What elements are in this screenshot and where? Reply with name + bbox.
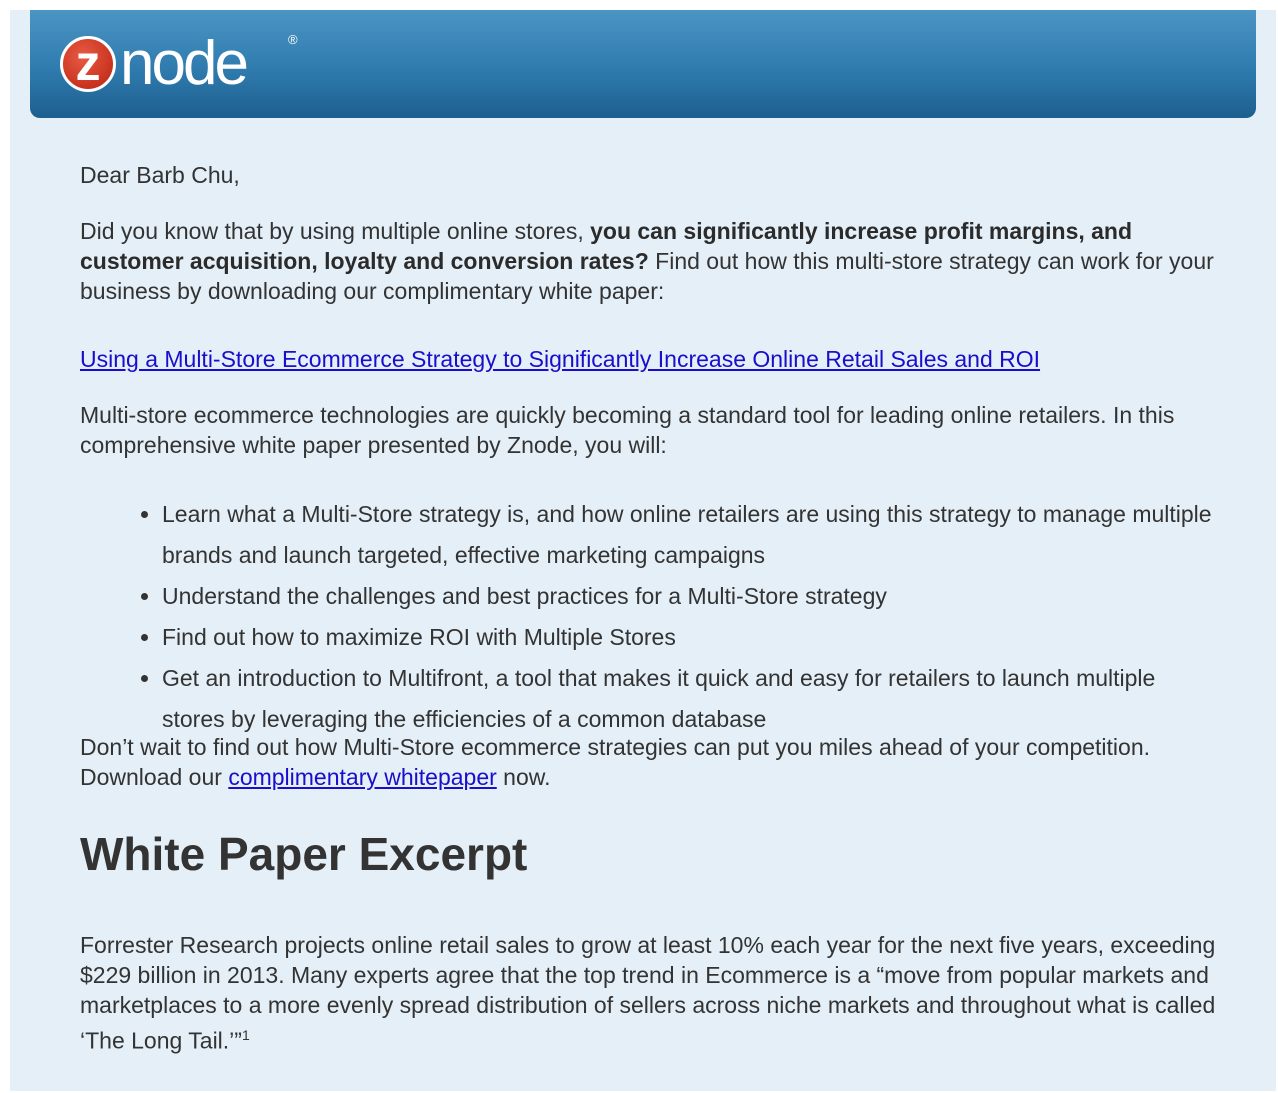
whitepaper-title-link[interactable]: Using a Multi-Store Ecommerce Strategy t… [80,346,1040,372]
excerpt-text: Forrester Research projects online retai… [80,932,1216,1054]
list-item: Find out how to maximize ROI with Multip… [162,617,1220,658]
complimentary-whitepaper-link[interactable]: complimentary whitepaper [228,764,496,790]
description-paragraph: Multi-store ecommerce technologies are q… [80,402,1175,458]
excerpt-paragraph: Forrester Research projects online retai… [80,930,1220,1056]
logo-z-icon: z [60,36,116,92]
intro-text: Did you know that by using multiple onli… [80,218,591,244]
email-header: z node ® [30,10,1256,118]
list-item: Understand the challenges and best pract… [162,576,1220,617]
list-item: Learn what a Multi-Store strategy is, an… [162,494,1220,576]
closing-paragraph: Don’t wait to find out how Multi-Store e… [80,732,1220,792]
message-content: Dear Barb Chu, Did you know that by usin… [80,160,1220,1056]
greeting: Dear Barb Chu, [80,162,240,188]
closing-text-end: now. [496,764,551,790]
intro-paragraph: Did you know that by using multiple onli… [80,216,1220,306]
excerpt-heading: White Paper Excerpt [80,828,528,880]
registered-mark: ® [288,32,298,47]
whitepaper-link-row: Using a Multi-Store Ecommerce Strategy t… [80,344,1220,374]
logo-wordmark: node [120,29,249,98]
list-item: Get an introduction to Multifront, a too… [162,658,1220,740]
email-body: z node ® Dear Barb Chu, Did you know tha… [10,10,1276,1091]
footnote-marker: 1 [241,1027,250,1043]
benefits-list: Learn what a Multi-Store strategy is, an… [80,494,1220,740]
